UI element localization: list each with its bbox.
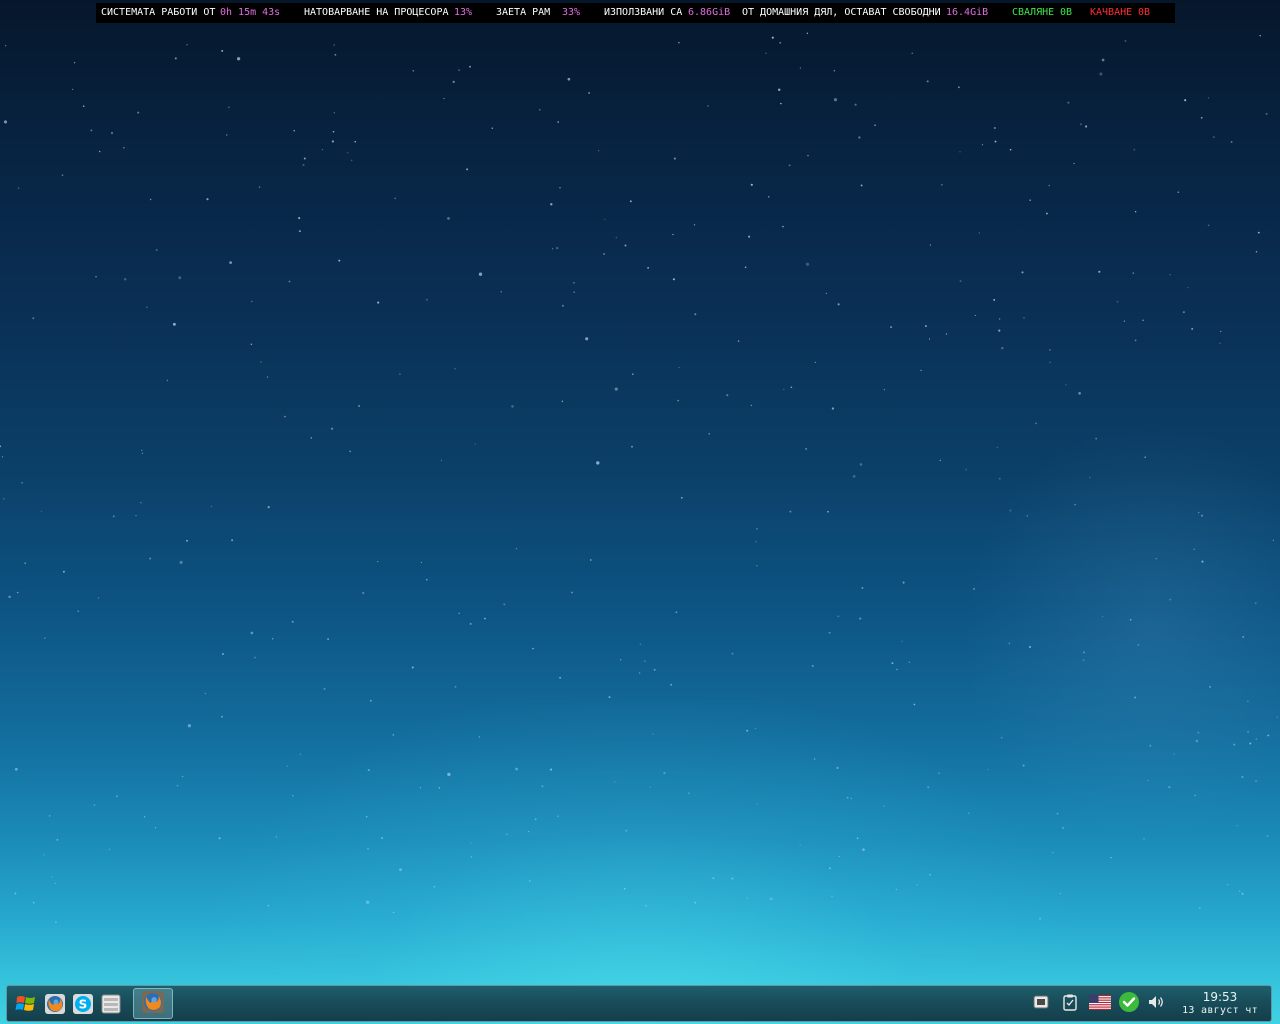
volume-button[interactable]: [1147, 994, 1167, 1014]
skype-launcher[interactable]: S: [71, 992, 95, 1016]
task-firefox-window[interactable]: [133, 988, 173, 1019]
clipboard-icon: [1061, 993, 1079, 1015]
system-monitor-bar: СИСТЕМАТА РАБОТИ ОТ 0h 15m 43s НАТОВАРВА…: [96, 3, 1175, 23]
firefox-icon: [141, 990, 165, 1018]
file-manager-icon: [100, 993, 122, 1015]
skype-icon: S: [72, 993, 94, 1015]
clipboard-button[interactable]: [1060, 994, 1080, 1014]
download-label: СВАЛЯНЕ: [1012, 7, 1055, 18]
ram-label: ЗАЕТА РАМ: [496, 7, 551, 18]
upload-value: 0B: [1138, 7, 1151, 18]
volume-icon: [1147, 993, 1167, 1015]
cpu-value: 13%: [454, 7, 473, 18]
disk-free-label: ОТ ДОМАШНИЯ ДЯЛ, ОСТАВАТ СВОБОДНИ: [742, 7, 941, 18]
download-value: 0B: [1060, 7, 1073, 18]
upload-label: КАЧВАНЕ: [1090, 7, 1133, 18]
start-menu-icon: [15, 993, 37, 1015]
disk-used-label: ИЗПОЛЗВАНИ СА: [604, 7, 683, 18]
updates-button[interactable]: [1117, 992, 1141, 1016]
clock-time: 19:53: [1202, 990, 1238, 1004]
disk-used-value: 6.86GiB: [688, 7, 731, 18]
digital-clock[interactable]: 19:53 13 август чт: [1177, 990, 1263, 1018]
svg-text:S: S: [79, 998, 88, 1012]
device-notifier-icon: [1032, 993, 1050, 1015]
start-menu-button[interactable]: [14, 992, 38, 1016]
keyboard-layout-button[interactable]: [1088, 994, 1112, 1014]
clock-date: 13 август чт: [1182, 1005, 1258, 1016]
wallpaper-stars: [0, 32, 1278, 924]
taskbar-panel: S 19:53 13 август чт: [6, 985, 1272, 1022]
keyboard-layout-us-flag-icon: [1089, 994, 1111, 1014]
device-notifier-button[interactable]: [1031, 994, 1051, 1014]
cpu-label: НАТОВАРВАНЕ НА ПРОЦЕСОРА: [304, 7, 449, 18]
firefox-launcher[interactable]: [43, 992, 67, 1016]
uptime-value: 0h 15m 43s: [220, 7, 281, 18]
uptime-label: СИСТЕМАТА РАБОТИ ОТ: [101, 7, 216, 18]
file-manager-launcher[interactable]: [99, 992, 123, 1016]
ram-value: 33%: [562, 7, 581, 18]
firefox-icon: [44, 993, 66, 1015]
disk-free-value: 16.4GiB: [946, 7, 989, 18]
updates-ok-icon: [1118, 991, 1140, 1017]
